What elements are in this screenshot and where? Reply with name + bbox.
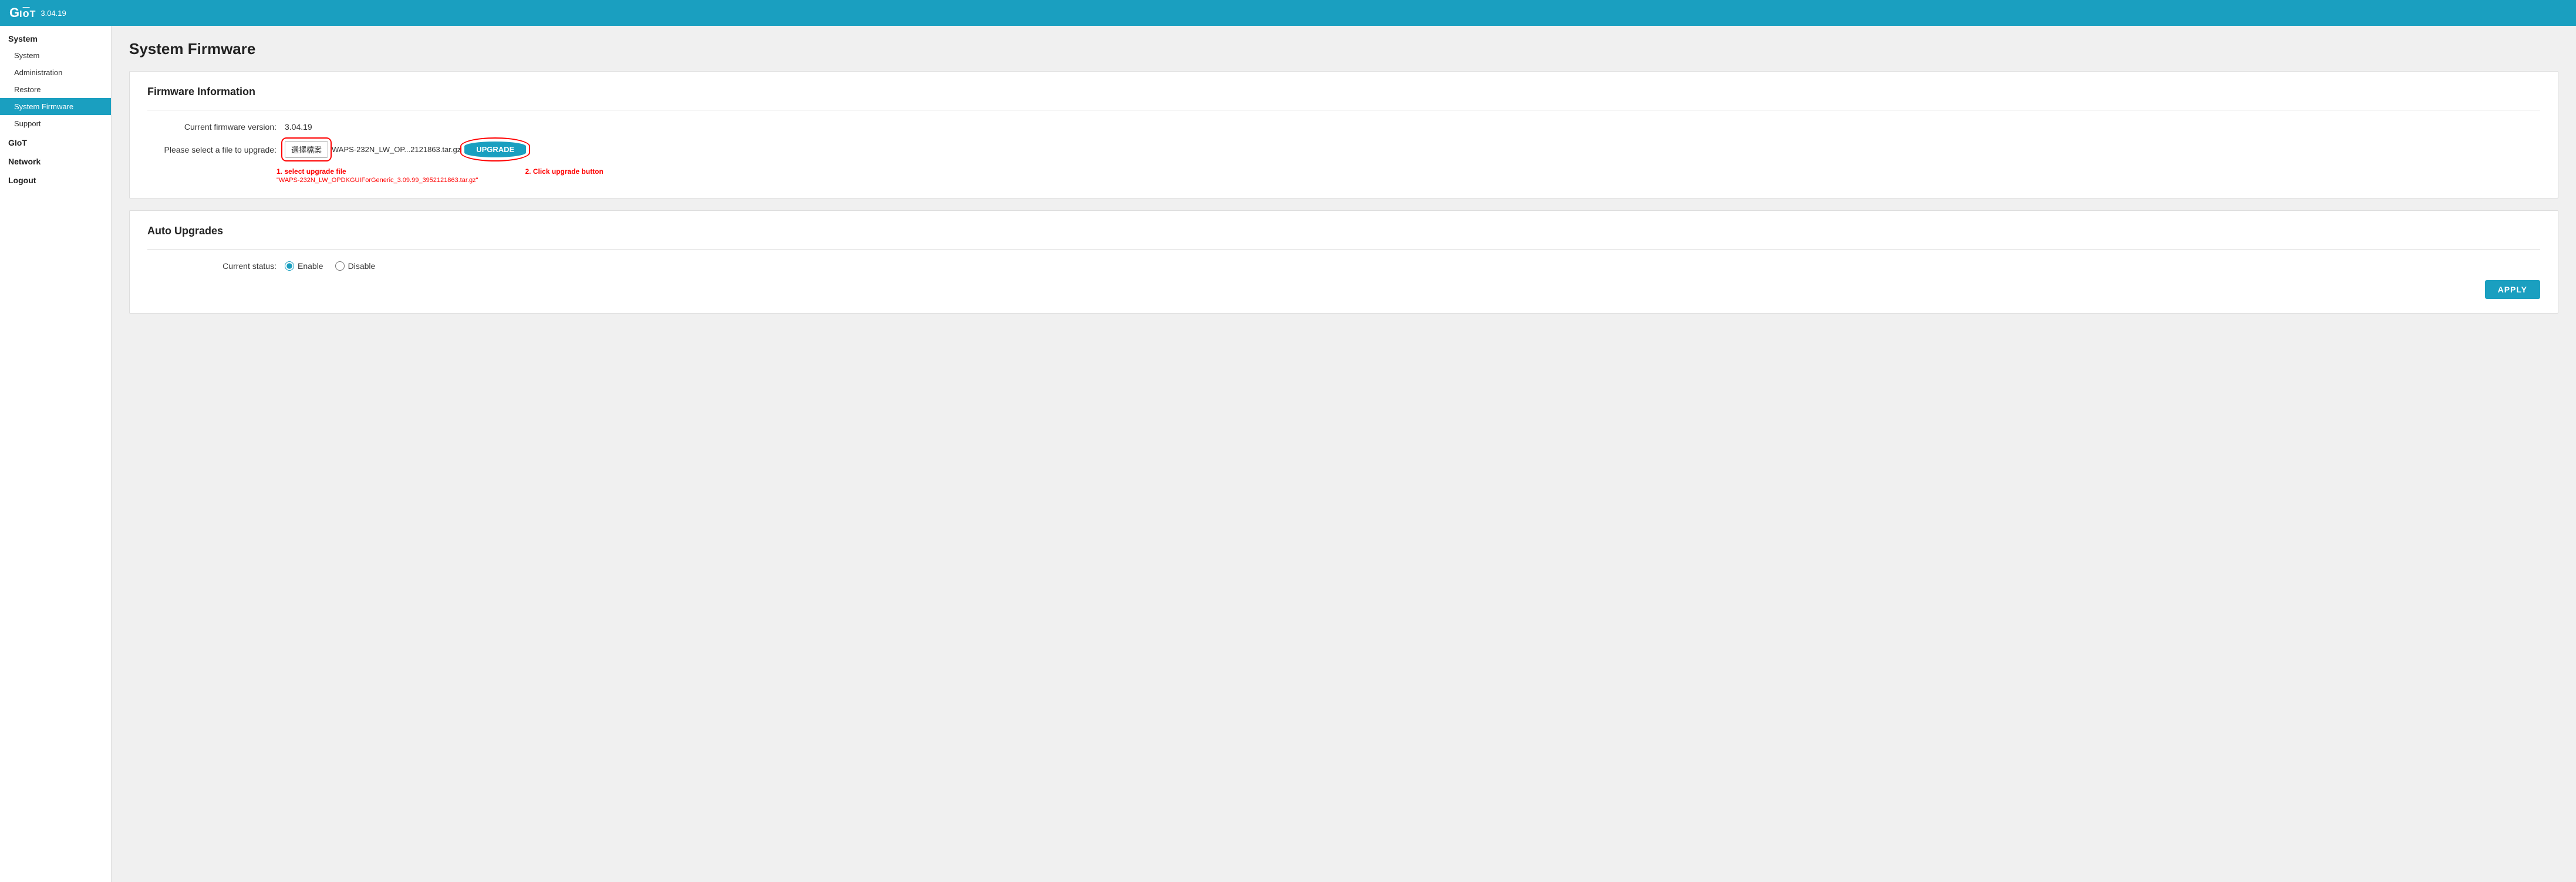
sidebar-section-logout[interactable]: Logout — [0, 170, 111, 188]
current-version-row: Current firmware version: 3.04.19 — [147, 122, 2540, 132]
disable-option[interactable]: Disable — [335, 261, 376, 271]
firmware-information-card: Firmware Information Current firmware ve… — [129, 71, 2558, 198]
choose-file-button[interactable]: 選擇檔案 — [285, 141, 328, 158]
annotation-area: 1. select upgrade file "WAPS-232N_LW_OPD… — [277, 167, 2540, 184]
select-file-label: Please select a file to upgrade: — [147, 145, 277, 154]
sidebar-item-system-firmware[interactable]: System Firmware — [0, 98, 111, 115]
auto-upgrades-divider — [147, 249, 2540, 250]
current-version-label: Current firmware version: — [147, 122, 277, 132]
enable-radio[interactable] — [285, 261, 294, 271]
enable-option[interactable]: Enable — [285, 261, 323, 271]
sidebar-item-support[interactable]: Support — [0, 115, 111, 132]
current-status-label: Current status: — [147, 261, 277, 271]
annotation-step1-text: 1. select upgrade file — [277, 167, 478, 176]
current-version-value: 3.04.19 — [285, 122, 312, 132]
header: GIoT 3.04.19 — [0, 0, 2576, 26]
sidebar-section-network: Network — [0, 151, 111, 170]
sidebar-item-administration[interactable]: Administration — [0, 64, 111, 81]
annotation-step1-area: 1. select upgrade file "WAPS-232N_LW_OPD… — [277, 167, 478, 184]
file-name-display: WAPS-232N_LW_OP...2121863.tar.gz — [332, 145, 461, 154]
main-layout: System System Administration Restore Sys… — [0, 26, 2576, 882]
sidebar-item-restore[interactable]: Restore — [0, 81, 111, 98]
annotation-filename-text: "WAPS-232N_LW_OPDKGUIForGeneric_3.09.99_… — [277, 177, 478, 184]
page-title: System Firmware — [129, 40, 2558, 58]
apply-button[interactable]: APPLY — [2485, 280, 2540, 299]
firmware-card-title: Firmware Information — [147, 86, 2540, 98]
auto-upgrades-title: Auto Upgrades — [147, 225, 2540, 237]
annotation-step2-text: 2. Click upgrade button — [525, 167, 603, 176]
sidebar-section-glot: GIoT — [0, 132, 111, 151]
upgrade-button[interactable]: UPGRADE — [464, 142, 526, 157]
disable-radio[interactable] — [335, 261, 345, 271]
file-input-area: 選擇檔案 WAPS-232N_LW_OP...2121863.tar.gz UP… — [285, 141, 526, 158]
auto-upgrades-card: Auto Upgrades Current status: Enable Dis… — [129, 210, 2558, 314]
disable-label: Disable — [348, 261, 376, 271]
apply-row: APPLY — [147, 280, 2540, 299]
sidebar-item-system[interactable]: System — [0, 47, 111, 64]
sidebar: System System Administration Restore Sys… — [0, 26, 112, 882]
logo: GIoT — [9, 5, 36, 21]
header-version: 3.04.19 — [41, 9, 66, 18]
sidebar-section-system: System — [0, 26, 111, 47]
file-select-row: Please select a file to upgrade: 選擇檔案 WA… — [147, 141, 2540, 158]
content-area: System Firmware Firmware Information Cur… — [112, 26, 2576, 882]
current-status-row: Current status: Enable Disable — [147, 261, 2540, 271]
enable-label: Enable — [298, 261, 323, 271]
annotation-step2-area: 2. Click upgrade button — [525, 167, 603, 177]
radio-group: Enable Disable — [285, 261, 375, 271]
